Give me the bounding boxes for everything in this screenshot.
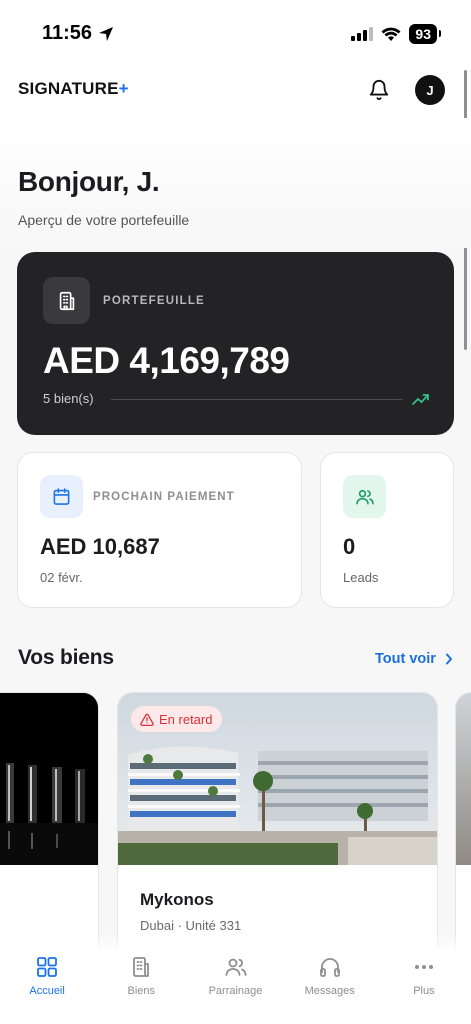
warning-icon [140, 713, 154, 726]
status-indicators: 93 [351, 24, 441, 44]
calendar-icon [53, 488, 70, 505]
tab-label: Accueil [29, 985, 65, 997]
tab-biens[interactable]: Biens [94, 948, 188, 1024]
status-time: 11:56 [42, 22, 114, 45]
grid-icon [37, 957, 57, 977]
property-location: Dubai · Unité 331 [140, 918, 242, 933]
property-name: Mykonos [140, 890, 214, 909]
portfolio-count: 5 bien(s) [43, 391, 94, 406]
property-image-previous [0, 693, 98, 865]
tab-accueil[interactable]: Accueil [0, 948, 94, 1024]
property-card-featured[interactable]: En retard Mykonos Dubai · Unité 331 [117, 692, 438, 962]
leads-value: 0 [343, 534, 356, 559]
payment-icon-box [40, 475, 83, 518]
headphones-icon [319, 958, 340, 977]
location-arrow-icon [99, 26, 114, 41]
night-building-image [0, 693, 98, 865]
portfolio-value: AED 4,169,789 [43, 340, 290, 381]
properties-section-title: Vos biens [18, 646, 114, 669]
see-all-label: Tout voir [375, 651, 436, 667]
portfolio-card[interactable]: PORTEFEUILLE AED 4,169,789 5 bien(s) [17, 252, 454, 435]
payment-value: AED 10,687 [40, 534, 160, 559]
building-icon [59, 291, 74, 310]
property-image-featured: En retard [118, 693, 437, 865]
status-badge-label: En retard [159, 711, 213, 727]
tab-label: Biens [127, 985, 156, 997]
trending-up-icon [412, 394, 429, 405]
bell-icon [369, 80, 389, 101]
chevron-right-icon [445, 653, 452, 665]
avatar-initial: J [426, 82, 434, 98]
more-icon [414, 965, 433, 969]
clock: 11:56 [42, 22, 93, 44]
property-card-next[interactable] [455, 692, 471, 962]
status-badge: En retard [131, 706, 223, 732]
leads-card[interactable]: 0 Leads [320, 452, 454, 608]
wifi-icon [381, 27, 401, 41]
portfolio-icon-box [43, 277, 90, 324]
app-header: SIGNATURE+ J [0, 64, 471, 118]
logo-plus: + [118, 79, 129, 98]
users-icon [225, 958, 246, 976]
portfolio-divider [111, 399, 403, 400]
notifications-button[interactable] [366, 77, 392, 103]
avatar[interactable]: J [415, 75, 445, 105]
payment-label: PROCHAIN PAIEMENT [93, 491, 235, 503]
tab-label: Plus [413, 985, 435, 997]
tab-label: Messages [304, 985, 355, 997]
battery-indicator: 93 [409, 24, 441, 44]
logo-text: SIGNATURE [18, 79, 119, 98]
tab-label: Parrainage [208, 985, 263, 997]
page-title: Bonjour, J. [18, 166, 160, 197]
users-icon [355, 489, 374, 504]
see-all-link[interactable]: Tout voir [375, 651, 453, 667]
signal-icon [351, 27, 374, 41]
property-image-next [456, 693, 471, 865]
app-logo: SIGNATURE+ [18, 79, 129, 99]
page-subtitle: Aperçu de votre portefeuille [18, 212, 190, 228]
portfolio-label: PORTEFEUILLE [103, 295, 205, 307]
status-bar: 11:56 93 [0, 0, 471, 64]
leads-icon-box [343, 475, 386, 518]
property-card-previous[interactable] [0, 692, 99, 962]
tab-messages[interactable]: Messages [283, 948, 377, 1024]
leads-label: Leads [343, 570, 379, 585]
next-payment-card[interactable]: PROCHAIN PAIEMENT AED 10,687 02 févr. [17, 452, 302, 608]
payment-date: 02 févr. [40, 570, 83, 585]
tab-parrainage[interactable]: Parrainage [188, 948, 282, 1024]
tab-bar: Accueil Biens Parrainage Messages Plus [0, 948, 471, 1024]
building-icon [133, 957, 150, 977]
tab-plus[interactable]: Plus [377, 948, 471, 1024]
